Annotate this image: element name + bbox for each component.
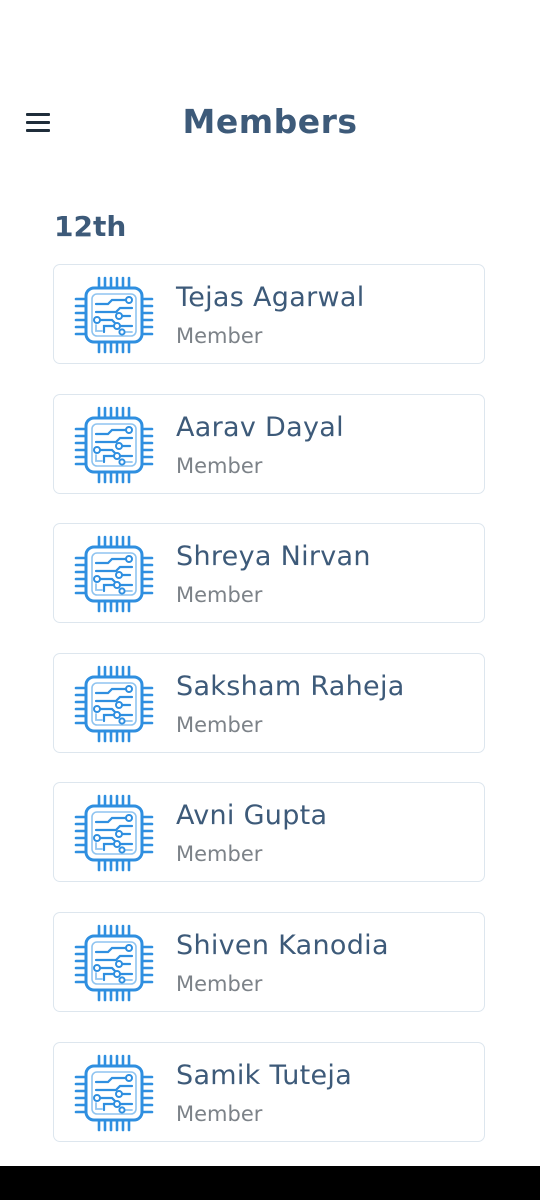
system-navigation-bar — [0, 1166, 540, 1200]
member-name: Shreya Nirvan — [176, 541, 371, 573]
circuit-chip-icon — [74, 665, 154, 743]
member-role: Member — [176, 583, 263, 608]
member-role: Member — [176, 971, 263, 996]
member-name: Tejas Agarwal — [176, 282, 365, 313]
circuit-chip-icon — [74, 924, 154, 1002]
member-name: Samik Tuteja — [176, 1059, 353, 1091]
member-card[interactable]: Shiven Kanodia Member — [53, 911, 485, 1012]
circuit-chip-icon — [74, 535, 154, 613]
member-role: Member — [176, 453, 263, 478]
member-card[interactable]: Shreya Nirvan Member — [53, 523, 485, 624]
member-name: Aarav Dayal — [176, 411, 344, 443]
circuit-chip-icon — [74, 1054, 154, 1132]
page-title: Members — [182, 102, 358, 141]
member-list: Tejas Agarwal Member Aarav Dayal Member … — [53, 264, 487, 1171]
member-card[interactable]: Aarav Dayal Member — [53, 393, 485, 494]
member-role: Member — [176, 324, 263, 348]
member-name: Avni Gupta — [176, 800, 328, 832]
member-card[interactable]: Saksham Raheja Member — [53, 652, 485, 753]
member-name: Shiven Kanodia — [176, 929, 389, 961]
member-role: Member — [176, 842, 263, 867]
circuit-chip-icon — [74, 794, 154, 872]
circuit-chip-icon — [74, 276, 154, 354]
member-card[interactable]: Tejas Agarwal Member — [53, 264, 485, 364]
app-bar: Members — [0, 0, 540, 170]
member-name: Saksham Raheja — [176, 670, 405, 702]
member-role: Member — [176, 712, 263, 737]
member-role: Member — [176, 1101, 263, 1126]
section-title: 12th — [54, 210, 127, 243]
member-card[interactable]: Samik Tuteja Member — [53, 1041, 485, 1142]
circuit-chip-icon — [74, 406, 154, 484]
member-card[interactable]: Avni Gupta Member — [53, 782, 485, 883]
